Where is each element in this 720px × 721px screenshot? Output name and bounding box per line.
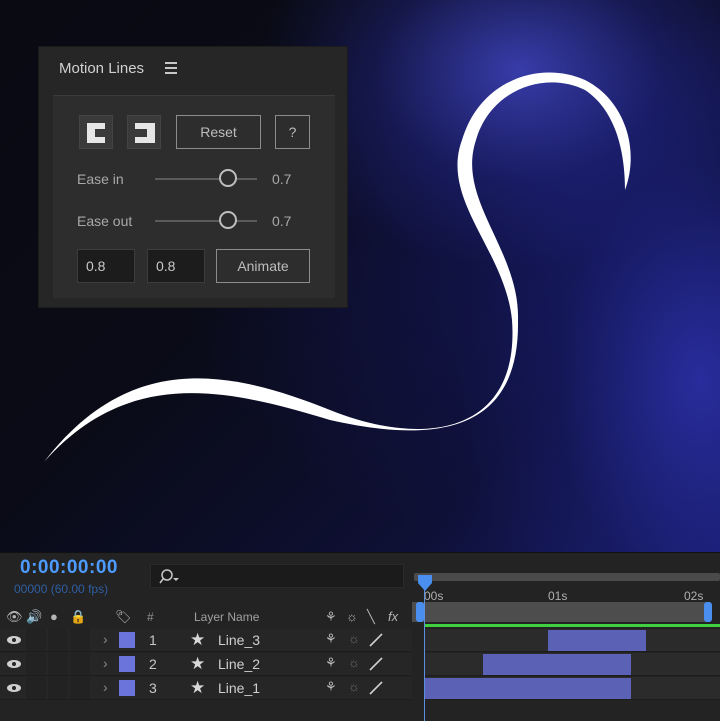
timeline-panel: 0:00:00:00 00000 (60.00 fps) 👁 🔊 ● 🔒 🏷 #… bbox=[0, 552, 720, 721]
expand-chevron-icon[interactable]: › bbox=[103, 655, 108, 671]
shy-switch-icon[interactable]: ⚘ bbox=[325, 679, 337, 695]
panel-menu-icon[interactable] bbox=[165, 62, 177, 74]
visibility-header-icon[interactable]: 👁 bbox=[6, 609, 23, 625]
solo-header-icon[interactable]: ● bbox=[50, 609, 58, 624]
playhead-line bbox=[424, 589, 425, 721]
layer-row[interactable]: › 2 ★ Line_2 ⚘ ☼ bbox=[0, 653, 412, 676]
ease-in-label: Ease in bbox=[77, 171, 124, 187]
time-navigator-bar[interactable] bbox=[414, 573, 720, 581]
layer-search-input[interactable] bbox=[150, 564, 404, 588]
layer-clip[interactable] bbox=[483, 654, 632, 675]
collapse-switch-icon[interactable]: ☼ bbox=[348, 631, 360, 646]
shape-layer-star-icon: ★ bbox=[190, 678, 206, 697]
bracket-left-icon bbox=[87, 123, 105, 143]
layer-name[interactable]: Line_3 bbox=[218, 632, 260, 648]
eye-icon[interactable] bbox=[6, 634, 22, 646]
layer-name[interactable]: Line_2 bbox=[218, 656, 260, 672]
label-color-swatch[interactable] bbox=[119, 632, 135, 648]
ease-out-slider[interactable] bbox=[155, 220, 257, 222]
layer-column-headers: 👁 🔊 ● 🔒 🏷 # Layer Name ⚘ ☼ ╲ fx bbox=[0, 603, 412, 629]
label-color-swatch[interactable] bbox=[119, 680, 135, 696]
shape-layer-star-icon: ★ bbox=[190, 630, 206, 649]
layer-clip[interactable] bbox=[424, 678, 632, 699]
collapse-switch-icon[interactable]: ☼ bbox=[348, 655, 360, 670]
motion-lines-panel: Motion Lines Reset ? Ease in 0.7 Ease ou… bbox=[38, 46, 348, 308]
work-area-bar[interactable] bbox=[412, 602, 712, 622]
label-tag-header-icon[interactable]: 🏷 bbox=[115, 609, 132, 625]
quality-switch-icon[interactable] bbox=[368, 657, 384, 671]
expand-chevron-icon[interactable]: › bbox=[103, 631, 108, 647]
panel-title: Motion Lines bbox=[59, 60, 145, 77]
layer-name[interactable]: Line_1 bbox=[218, 680, 260, 696]
quality-switch-icon[interactable] bbox=[368, 633, 384, 647]
ease-out-value: 0.7 bbox=[272, 213, 292, 229]
work-area-end-handle[interactable] bbox=[704, 602, 712, 622]
layer-track bbox=[424, 653, 720, 676]
column-number-header: # bbox=[147, 610, 154, 624]
shy-header-icon[interactable]: ⚘ bbox=[325, 609, 337, 625]
layer-row[interactable]: › 3 ★ Line_1 ⚘ ☼ bbox=[0, 677, 412, 700]
reset-button[interactable]: Reset bbox=[176, 115, 261, 149]
render-bar bbox=[424, 624, 720, 627]
lock-header-icon[interactable]: 🔒 bbox=[70, 609, 86, 625]
quality-header-icon[interactable]: ╲ bbox=[367, 609, 375, 625]
shape-layer-star-icon: ★ bbox=[190, 654, 206, 673]
animate-button[interactable]: Animate bbox=[216, 249, 310, 283]
current-timecode[interactable]: 0:00:00:00 bbox=[20, 557, 118, 579]
ease-in-slider-knob[interactable] bbox=[219, 169, 237, 187]
effects-header-icon[interactable]: fx bbox=[388, 609, 398, 624]
work-area-start-handle[interactable] bbox=[416, 602, 424, 622]
ease-in-slider[interactable] bbox=[155, 178, 257, 180]
search-icon bbox=[159, 569, 179, 584]
layer-track bbox=[424, 677, 720, 700]
ease-out-slider-knob[interactable] bbox=[219, 211, 237, 229]
value-field-1[interactable]: 0.8 bbox=[77, 249, 135, 283]
layer-clip[interactable] bbox=[548, 630, 646, 651]
help-button[interactable]: ? bbox=[275, 115, 310, 149]
audio-header-icon[interactable]: 🔊 bbox=[26, 609, 42, 625]
layer-row[interactable]: › 1 ★ Line_3 ⚘ ☼ bbox=[0, 629, 412, 652]
eye-icon[interactable] bbox=[6, 658, 22, 670]
layer-number: 2 bbox=[149, 656, 157, 672]
column-layer-name-header[interactable]: Layer Name bbox=[194, 610, 259, 624]
quality-switch-icon[interactable] bbox=[368, 681, 384, 695]
shy-switch-icon[interactable]: ⚘ bbox=[325, 655, 337, 671]
ruler-label: 02s bbox=[684, 589, 704, 603]
eye-icon[interactable] bbox=[6, 682, 22, 694]
bracket-right-icon bbox=[135, 123, 155, 143]
anchor-right-button[interactable] bbox=[127, 115, 161, 149]
ease-in-value: 0.7 bbox=[272, 171, 292, 187]
shy-switch-icon[interactable]: ⚘ bbox=[325, 631, 337, 647]
collapse-header-icon[interactable]: ☼ bbox=[346, 609, 358, 624]
composition-viewport[interactable]: Motion Lines Reset ? Ease in 0.7 Ease ou… bbox=[0, 0, 720, 552]
collapse-switch-icon[interactable]: ☼ bbox=[348, 679, 360, 694]
expand-chevron-icon[interactable]: › bbox=[103, 679, 108, 695]
playhead-marker-icon[interactable] bbox=[417, 575, 433, 593]
ruler-label: 01s bbox=[548, 589, 568, 603]
anchor-left-button[interactable] bbox=[79, 115, 113, 149]
layer-number: 1 bbox=[149, 632, 157, 648]
value-field-2[interactable]: 0.8 bbox=[147, 249, 205, 283]
layer-number: 3 bbox=[149, 680, 157, 696]
ease-out-label: Ease out bbox=[77, 213, 133, 229]
frame-count: 00000 (60.00 fps) bbox=[14, 582, 109, 596]
label-color-swatch[interactable] bbox=[119, 656, 135, 672]
layer-track bbox=[424, 629, 720, 652]
